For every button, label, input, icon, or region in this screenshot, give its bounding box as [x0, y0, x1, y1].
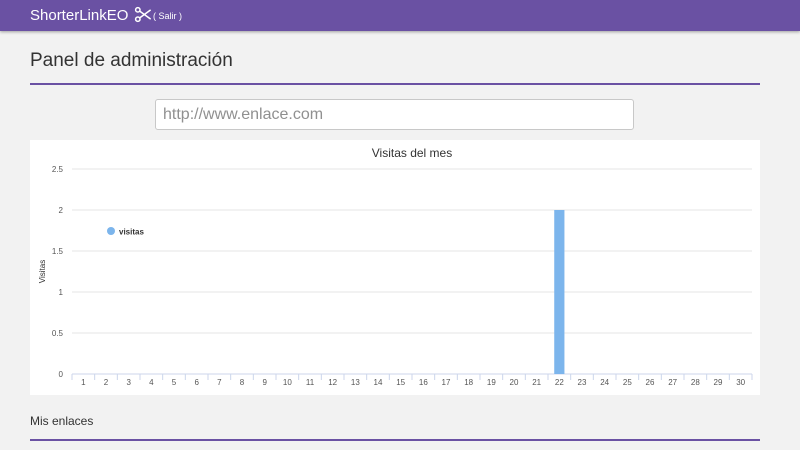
chart-title: Visitas del mes	[372, 146, 452, 160]
y-tick-label: 0	[59, 370, 64, 379]
y-tick-label: 1	[59, 288, 64, 297]
x-tick-label: 19	[487, 378, 496, 387]
x-tick-label: 24	[600, 378, 609, 387]
x-tick-label: 5	[172, 378, 177, 387]
links-divider	[30, 439, 760, 441]
legend-marker	[107, 227, 115, 235]
page-title: Panel de administración	[30, 50, 233, 71]
x-tick-label: 13	[351, 378, 360, 387]
x-tick-label: 14	[374, 378, 383, 387]
x-tick-label: 17	[442, 378, 451, 387]
x-tick-label: 6	[194, 378, 199, 387]
bar-day-22	[554, 210, 565, 374]
x-tick-label: 26	[646, 378, 655, 387]
x-tick-label: 11	[306, 378, 315, 387]
x-tick-label: 23	[578, 378, 587, 387]
scissors-icon	[134, 6, 151, 23]
legend-label-visitas: visitas	[119, 228, 144, 237]
x-tick-label: 12	[328, 378, 337, 387]
y-tick-label: 1.5	[52, 247, 64, 256]
y-tick-label: 0.5	[52, 329, 64, 338]
x-tick-label: 18	[464, 378, 473, 387]
chart-svg: Visitas del mes00.511.522.5Visitas1 2 3 4 5 6…	[38, 146, 753, 387]
title-divider	[30, 83, 760, 85]
y-tick-label: 2	[59, 206, 64, 215]
x-tick-label: 30	[736, 378, 745, 387]
top-navbar: ShorterLinkEO ( Salir )	[0, 0, 800, 31]
y-axis-label: Visitas	[38, 260, 47, 283]
x-tick-label: 22	[555, 378, 564, 387]
url-input[interactable]	[155, 99, 634, 130]
brand-link[interactable]: ShorterLinkEO	[30, 7, 128, 24]
x-tick-label: 2	[104, 378, 109, 387]
x-tick-label: 1	[81, 378, 86, 387]
x-tick-label: 4	[149, 378, 154, 387]
x-tick-label: 3	[126, 378, 131, 387]
x-tick-label: 28	[691, 378, 700, 387]
x-tick-label: 29	[714, 378, 723, 387]
x-tick-label: 27	[668, 378, 677, 387]
x-tick-label: 16	[419, 378, 428, 387]
x-tick-label: 15	[396, 378, 405, 387]
x-tick-label: 9	[262, 378, 267, 387]
x-tick-label: 20	[510, 378, 519, 387]
x-tick-label: 8	[240, 378, 245, 387]
logout-link[interactable]: ( Salir )	[153, 11, 182, 22]
visits-chart: Visitas del mes 0 0.5 1 1.5 2 2.5 Visitas 1 2 3 4 5 6…	[30, 140, 760, 395]
x-tick-label: 10	[283, 378, 292, 387]
x-tick-label: 7	[217, 378, 222, 387]
links-section-title: Mis enlaces	[30, 414, 94, 428]
y-tick-label: 2.5	[52, 165, 64, 174]
x-tick-label: 21	[532, 378, 541, 387]
x-tick-label: 25	[623, 378, 632, 387]
